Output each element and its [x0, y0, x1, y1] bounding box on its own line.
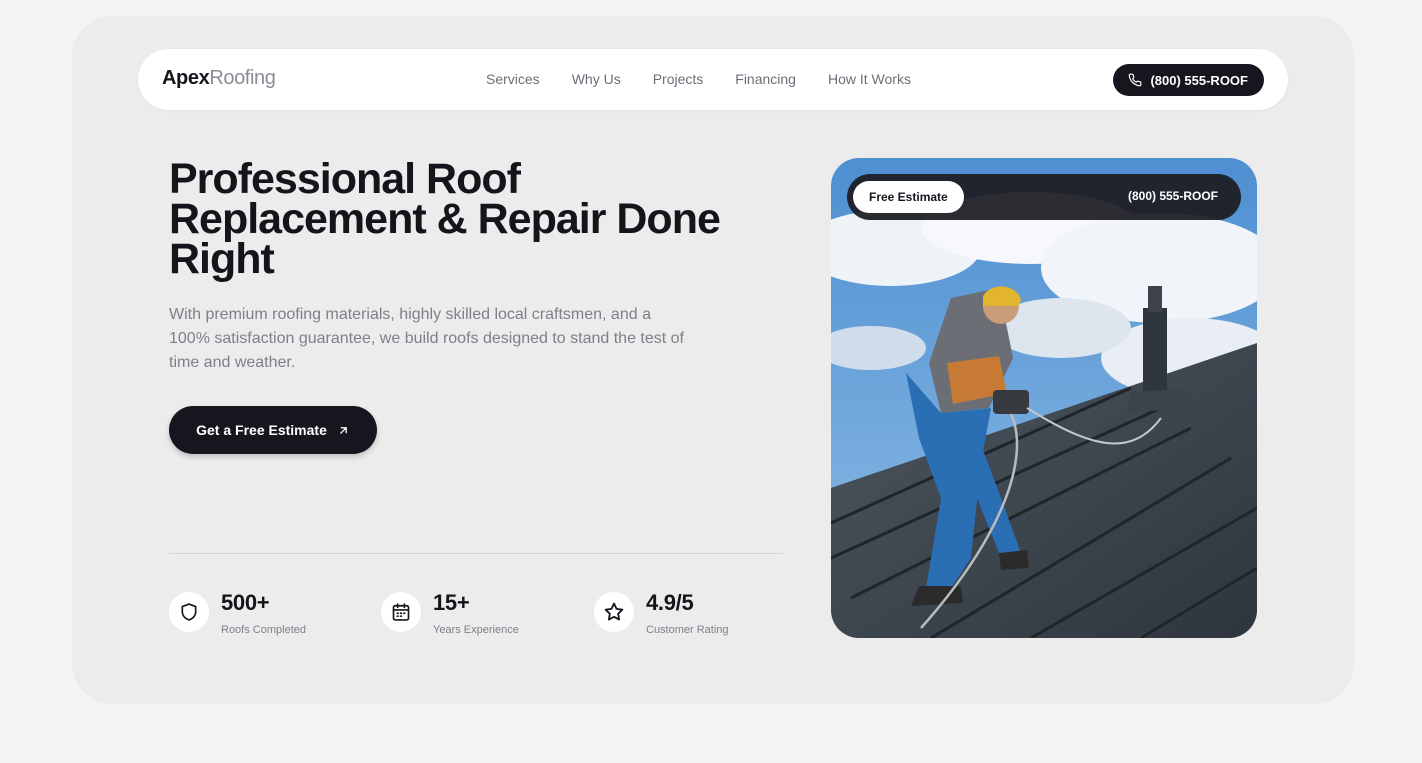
- top-navbar: ApexRoofing Services Why Us Projects Fin…: [138, 49, 1288, 110]
- stat-label: Customer Rating: [646, 624, 729, 636]
- logo-light: Roofing: [209, 67, 276, 89]
- nav-link-projects[interactable]: Projects: [653, 71, 704, 87]
- stat-label: Years Experience: [433, 624, 519, 636]
- hero-subtitle: With premium roofing materials, highly s…: [169, 306, 684, 371]
- arrow-up-right-icon: [340, 426, 347, 434]
- nav-link-financing[interactable]: Financing: [735, 71, 796, 87]
- nav-link-why-us[interactable]: Why Us: [572, 71, 621, 87]
- free-estimate-button[interactable]: Get a Free Estimate: [169, 406, 377, 454]
- stat-value: 15+: [433, 590, 470, 615]
- stat-value: 4.9/5: [646, 590, 694, 615]
- phone-icon: [1129, 73, 1142, 87]
- nav-links: Services Why Us Projects Financing How I…: [486, 71, 911, 87]
- stats-divider: [169, 553, 783, 554]
- photo-phone-number[interactable]: (800) 555-ROOF: [1128, 189, 1218, 203]
- call-button[interactable]: (800) 555-ROOF: [1113, 64, 1264, 96]
- stats-row: 500+ Roofs Completed 15+ Years Experienc…: [169, 586, 789, 646]
- stat-value: 500+: [221, 590, 270, 615]
- logo-bold: Apex: [162, 67, 210, 89]
- photo-overlay-bar: Free Estimate (800) 555-ROOF: [847, 174, 1241, 220]
- free-estimate-pill[interactable]: Free Estimate: [853, 181, 964, 213]
- call-button-label: (800) 555-ROOF: [1150, 72, 1248, 88]
- logo[interactable]: ApexRoofing: [162, 67, 276, 90]
- free-estimate-button-label: Get a Free Estimate: [196, 422, 327, 438]
- calendar-icon: [381, 592, 421, 632]
- roofer-photo: Free Estimate (800) 555-ROOF: [831, 158, 1257, 638]
- nav-link-services[interactable]: Services: [486, 71, 540, 87]
- star-icon: [594, 592, 634, 632]
- nav-link-how-it-works[interactable]: How It Works: [828, 71, 911, 87]
- hero-title: Professional Roof Replacement & Repair D…: [169, 155, 721, 283]
- shield-icon: [169, 592, 209, 632]
- hero-panel: ApexRoofing Services Why Us Projects Fin…: [72, 16, 1354, 704]
- stat-label: Roofs Completed: [221, 624, 306, 636]
